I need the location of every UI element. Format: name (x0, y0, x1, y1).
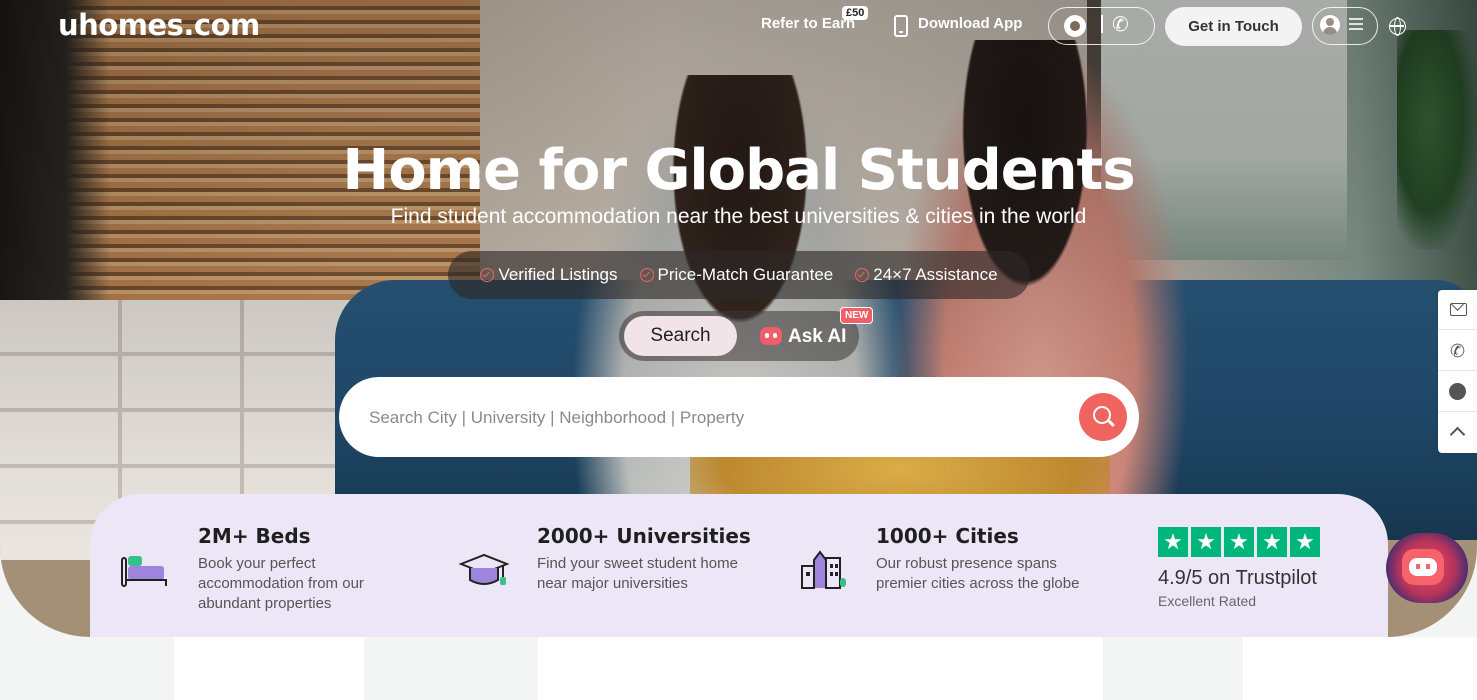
trustpilot-stars[interactable]: ★ ★ ★ ★ ★ (1158, 527, 1320, 557)
graduation-cap-icon (459, 553, 509, 585)
download-app-link[interactable]: Download App (918, 15, 1022, 32)
chevron-up-icon[interactable] (1438, 412, 1477, 452)
globe-icon[interactable] (1389, 17, 1406, 36)
site-logo[interactable]: uhomes.com (58, 8, 260, 42)
content-block (174, 637, 364, 700)
phone-icon[interactable]: ✆ (1112, 14, 1129, 36)
check-circle-icon (480, 268, 495, 282)
search-input[interactable] (369, 402, 1059, 434)
city-buildings-icon (801, 550, 846, 589)
star-icon: ★ (1290, 527, 1320, 557)
ask-ai-button[interactable]: Ask AI (788, 326, 846, 348)
content-block (1243, 637, 1477, 700)
menu-icon[interactable] (1349, 18, 1363, 30)
new-badge: NEW (840, 307, 874, 324)
star-icon: ★ (1257, 527, 1287, 557)
stat-desc-cities: Our robust presence spans premier cities… (876, 555, 1080, 592)
hero-subtitle: Find student accommodation near the best… (390, 205, 1087, 228)
feature-label: Price-Match Guarantee (657, 265, 834, 284)
feature-verified: Verified Listings (480, 265, 618, 285)
star-icon: ★ (1224, 527, 1254, 557)
user-icon[interactable] (1320, 15, 1340, 35)
feature-assistance: 24×7 Assistance (855, 265, 998, 285)
contact-divider (1101, 15, 1103, 33)
search-mode-button[interactable]: Search (624, 316, 737, 356)
refer-to-earn-link[interactable]: Refer to Earn (761, 15, 855, 32)
phone-download-icon (894, 15, 908, 37)
stat-desc-universities: Find your sweet student home near major … (537, 555, 738, 592)
stat-title-cities: 1000+ Cities (876, 524, 1019, 548)
stat-title-beds: 2M+ Beds (198, 524, 311, 548)
content-block (538, 637, 1103, 700)
check-circle-icon (855, 268, 870, 282)
phone-icon[interactable]: ✆ (1438, 331, 1477, 371)
star-icon: ★ (1191, 527, 1221, 557)
whatsapp-icon[interactable] (1064, 15, 1086, 37)
bed-icon (121, 556, 167, 587)
robot-icon[interactable] (760, 327, 782, 345)
get-in-touch-button[interactable]: Get in Touch (1165, 7, 1302, 46)
hero-title: Home for Global Students (342, 138, 1135, 203)
whatsapp-icon[interactable] (1438, 372, 1477, 412)
stat-title-universities: 2000+ Universities (537, 524, 751, 548)
star-icon: ★ (1158, 527, 1188, 557)
feature-price-match: Price-Match Guarantee (639, 265, 834, 285)
search-submit-button[interactable] (1079, 393, 1127, 441)
feature-label: 24×7 Assistance (873, 265, 998, 284)
feature-highlights: Verified Listings Price-Match Guarantee … (448, 251, 1030, 299)
feature-label: Verified Listings (498, 265, 618, 284)
robot-icon[interactable] (1402, 549, 1444, 585)
mail-icon[interactable] (1438, 290, 1477, 330)
check-circle-icon (639, 268, 654, 282)
floating-contact-bar: ✆ (1438, 290, 1477, 453)
trustpilot-rating[interactable]: 4.9/5 on Trustpilot (1158, 567, 1317, 590)
stat-desc-beds: Book your perfect accommodation from our… (198, 555, 364, 612)
trustpilot-subtext: Excellent Rated (1158, 593, 1257, 609)
refer-reward-badge: £50 (842, 6, 869, 20)
